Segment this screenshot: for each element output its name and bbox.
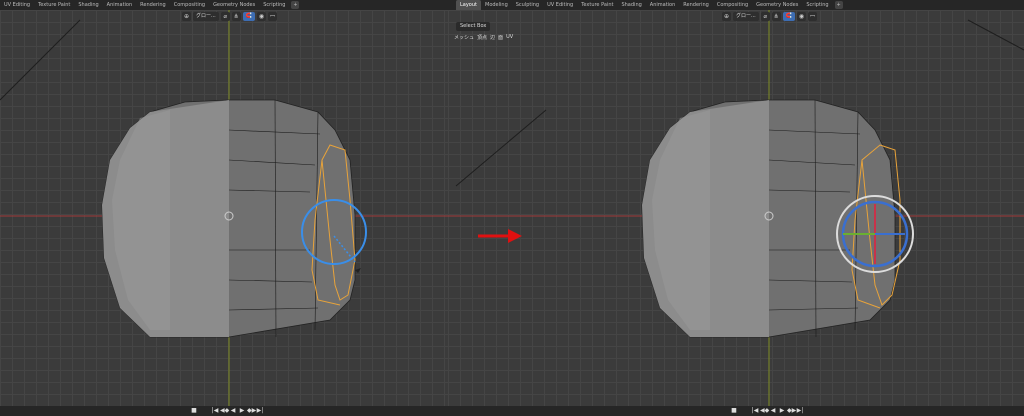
jump-start-button-right[interactable]: |◀ (751, 407, 759, 415)
left-viewport-panel: UV Editing Texture Paint Shading Animati… (0, 0, 448, 416)
prev-keyframe-button-right[interactable]: ◀◆ (760, 407, 769, 415)
snap-icon[interactable]: ⋔ (231, 12, 241, 21)
tab-texture-paint[interactable]: Texture Paint (34, 0, 74, 10)
tab-layout[interactable]: Layout (456, 0, 481, 10)
proportional-icon-right[interactable]: ◉ (797, 12, 807, 21)
viewport-header-right: ⊕ グロー... ⌀ ⋔ 🧲 ◉ ꟷ (722, 12, 818, 21)
tab-modeling[interactable]: Modeling (481, 0, 512, 10)
workspace-tabs-left: UV Editing Texture Paint Shading Animati… (0, 0, 448, 10)
tab-scripting[interactable]: Scripting (259, 0, 289, 10)
tab-uv-editing[interactable]: UV Editing (0, 0, 34, 10)
snap-toggle[interactable]: 🧲 (242, 12, 256, 21)
tab-animation-right[interactable]: Animation (646, 0, 680, 10)
orientation-icon: ⊕ (182, 12, 191, 21)
record-button-right[interactable]: ■ (730, 407, 738, 415)
timeline-bar-right: ■ |◀ ◀◆ ◀ ▶ ◆▶ ▶| (448, 406, 1024, 416)
playback-controls-right: ■ |◀ ◀◆ ◀ ▶ ◆▶ ▶| (730, 407, 804, 415)
next-keyframe-button[interactable]: ◆▶ (247, 407, 256, 415)
prev-keyframe-button[interactable]: ◀◆ (220, 407, 229, 415)
tab-geometry-nodes[interactable]: Geometry Nodes (209, 0, 259, 10)
jump-end-button-right[interactable]: ▶| (796, 407, 804, 415)
next-keyframe-button-right[interactable]: ◆▶ (787, 407, 796, 415)
jump-end-button[interactable]: ▶| (256, 407, 264, 415)
mode-edge[interactable]: 辺 (490, 34, 495, 41)
record-button[interactable]: ■ (190, 407, 198, 415)
orientation-icon-right: ⊕ (722, 12, 731, 21)
tab-sculpting[interactable]: Sculpting (512, 0, 543, 10)
tab-geometry-nodes-right[interactable]: Geometry Nodes (752, 0, 802, 10)
3d-viewport-left[interactable]: ⊕ グロー... ⌀ ⋔ 🧲 ◉ ꟷ (0, 10, 448, 406)
timeline-bar-left: ■ |◀ ◀◆ ◀ ▶ ◆▶ ▶| (0, 406, 448, 416)
3d-viewport-right[interactable]: Select Box メッシュ 頂点 辺 面 UV ⊕ グロー... ⌀ ⋔ 🧲… (448, 10, 1024, 406)
pivot-icon-right[interactable]: ⌀ (760, 12, 770, 21)
play-button[interactable]: ▶ (238, 407, 246, 415)
mode-uv[interactable]: UV (506, 34, 513, 41)
tab-compositing-right[interactable]: Compositing (713, 0, 752, 10)
tab-uv-editing-right[interactable]: UV Editing (543, 0, 577, 10)
mode-vertex[interactable]: 頂点 (477, 34, 487, 41)
edge-line (0, 19, 81, 101)
tab-animation[interactable]: Animation (103, 0, 137, 10)
mode-mesh[interactable]: メッシュ (454, 34, 474, 41)
scene-right (448, 10, 1024, 406)
proportional-falloff-icon-right[interactable]: ꟷ (808, 12, 818, 21)
tab-rendering-right[interactable]: Rendering (679, 0, 713, 10)
select-box-dropdown[interactable]: Select Box (456, 22, 491, 31)
transform-orientation-dropdown[interactable]: グロー... (193, 12, 219, 21)
proportional-icon[interactable]: ◉ (257, 12, 267, 21)
tab-shading[interactable]: Shading (74, 0, 102, 10)
play-button-right[interactable]: ▶ (778, 407, 786, 415)
edge-line-right (455, 109, 547, 187)
tab-texture-paint-right[interactable]: Texture Paint (577, 0, 617, 10)
proportional-falloff-icon[interactable]: ꟷ (268, 12, 278, 21)
tab-rendering[interactable]: Rendering (136, 0, 170, 10)
play-reverse-button-right[interactable]: ◀ (769, 407, 777, 415)
playback-controls-left: ■ |◀ ◀◆ ◀ ▶ ◆▶ ▶| (190, 407, 264, 415)
viewport-header-left: ⊕ グロー... ⌀ ⋔ 🧲 ◉ ꟷ (182, 12, 278, 21)
edge-line-right-2 (967, 19, 1024, 51)
arrow-right-icon (478, 229, 522, 243)
scene-left (0, 10, 448, 406)
jump-start-button[interactable]: |◀ (211, 407, 219, 415)
right-viewport-panel: Layout Modeling Sculpting UV Editing Tex… (448, 0, 1024, 416)
play-reverse-button[interactable]: ◀ (229, 407, 237, 415)
mesh-select-modes: メッシュ 頂点 辺 面 UV (454, 34, 513, 41)
workspace-tabs-right: Layout Modeling Sculpting UV Editing Tex… (448, 0, 1024, 10)
mouse-cursor-icon (355, 268, 361, 273)
add-workspace-button[interactable]: + (291, 1, 300, 9)
snap-icon-right[interactable]: ⋔ (771, 12, 781, 21)
add-workspace-button-right[interactable]: + (834, 1, 843, 9)
pivot-icon[interactable]: ⌀ (220, 12, 230, 21)
tab-compositing[interactable]: Compositing (170, 0, 209, 10)
tab-scripting-right[interactable]: Scripting (802, 0, 832, 10)
mode-face[interactable]: 面 (498, 34, 503, 41)
transform-orientation-dropdown-right[interactable]: グロー... (733, 12, 759, 21)
tab-shading-right[interactable]: Shading (617, 0, 645, 10)
snap-toggle-right[interactable]: 🧲 (782, 12, 796, 21)
